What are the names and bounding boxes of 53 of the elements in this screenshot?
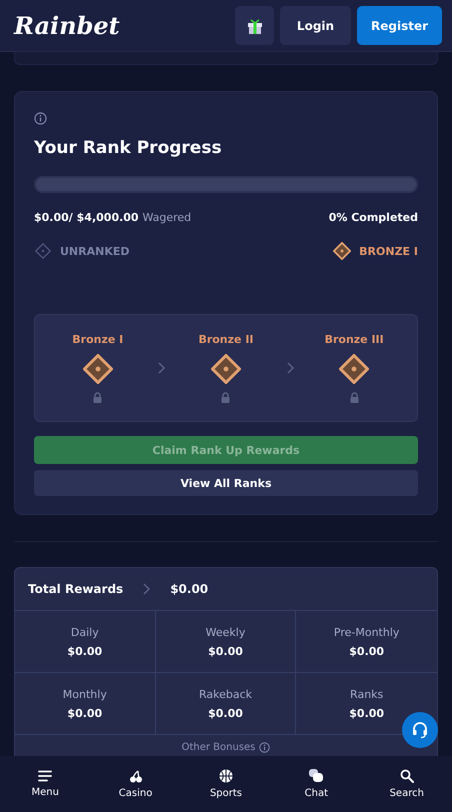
rank-icon xyxy=(34,242,52,260)
cherries-icon xyxy=(128,770,143,782)
reward-label: Daily xyxy=(70,626,99,638)
reward-value: $0.00 xyxy=(208,706,243,720)
nav-item[interactable]: Search xyxy=(372,765,442,803)
tier-name: Bronze III xyxy=(324,333,384,346)
info-icon xyxy=(34,112,47,125)
wagered-amount: $0.00/ $4,000.00 Wagered xyxy=(34,211,192,224)
gift-icon xyxy=(246,18,262,34)
reward-label: Ranks xyxy=(350,688,384,700)
completed-percent: 0% Completed xyxy=(328,211,418,224)
chevron-icon xyxy=(286,362,294,374)
nav-item[interactable]: Chat xyxy=(281,765,352,803)
reward-value: $0.00 xyxy=(349,644,384,658)
rank-icon xyxy=(210,354,241,384)
nav-item[interactable]: Menu xyxy=(10,766,80,802)
nav-item[interactable]: Casino xyxy=(100,766,171,802)
nav-item[interactable]: Sports xyxy=(190,765,261,803)
reward-label: Pre-Monthly xyxy=(334,626,400,638)
info-icon xyxy=(259,742,270,752)
basketball-icon xyxy=(218,769,233,783)
reward-value: $0.00 xyxy=(349,706,384,720)
rank-icon xyxy=(333,242,352,260)
reward-value: $0.00 xyxy=(67,644,102,658)
rank-icon xyxy=(82,354,113,384)
tier-name: Bronze II xyxy=(198,333,254,346)
chevron-icon xyxy=(158,362,166,374)
lock-icon xyxy=(350,392,359,403)
view-ranks-button[interactable]: View All Ranks xyxy=(34,470,418,496)
logo[interactable]: Rainbet xyxy=(14,11,120,40)
register-button[interactable]: Register xyxy=(357,6,442,45)
rewards-total: $0.00 xyxy=(170,582,208,596)
other-bonuses-label: Other Bonuses xyxy=(182,742,256,752)
gift-button[interactable] xyxy=(235,6,274,45)
reward-value: $0.00 xyxy=(67,706,102,720)
search-icon xyxy=(400,769,414,783)
headset-icon xyxy=(411,721,429,739)
reward-label: Weekly xyxy=(206,626,246,638)
chat-icon xyxy=(308,769,324,783)
rewards-title: Total Rewards xyxy=(28,582,124,596)
lock-icon xyxy=(221,392,230,403)
reward-value: $0.00 xyxy=(208,644,243,658)
current-rank: UNRANKED xyxy=(60,244,130,258)
menu-icon xyxy=(38,770,52,782)
reward-label: Monthly xyxy=(62,688,107,700)
login-button[interactable]: Login xyxy=(280,6,351,45)
rank-icon xyxy=(339,354,370,384)
tier-name: Bronze I xyxy=(72,333,124,346)
lock-icon xyxy=(93,392,102,403)
reward-label: Rakeback xyxy=(198,688,252,700)
card-title: Your Rank Progress xyxy=(34,138,223,158)
chevron-icon xyxy=(143,583,150,595)
next-rank: BRONZE I xyxy=(359,244,418,258)
